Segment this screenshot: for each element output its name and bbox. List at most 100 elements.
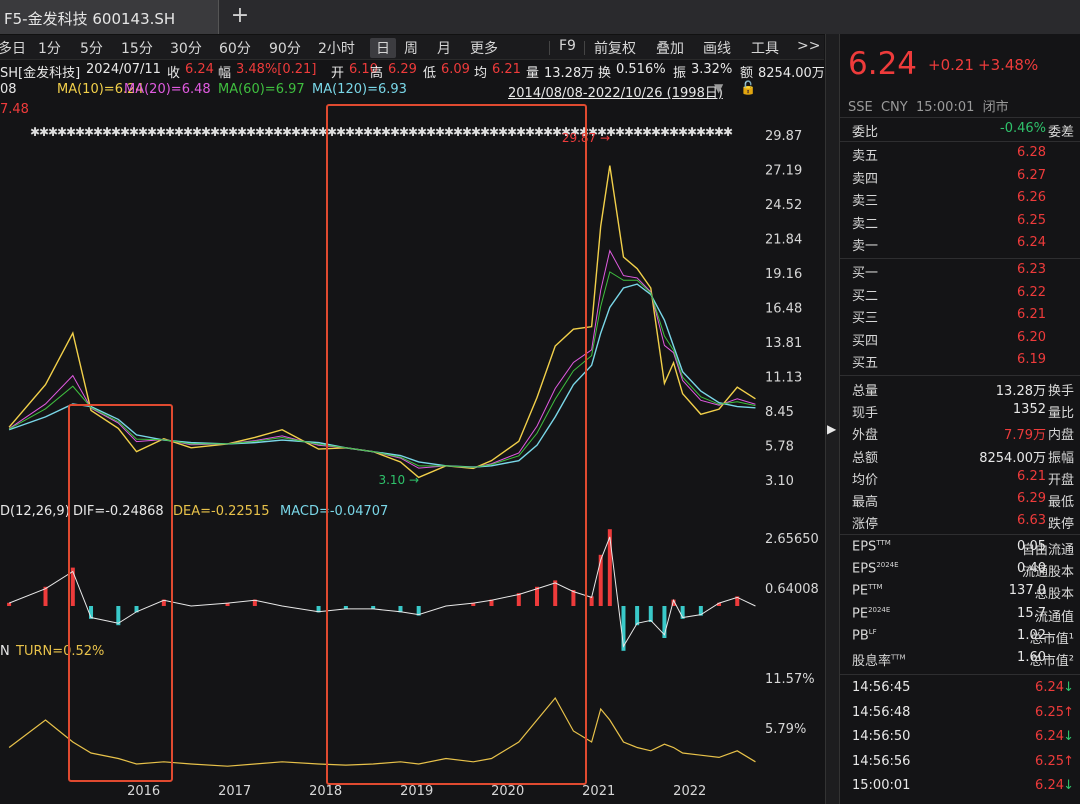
stat-row-right-label: 开盘 xyxy=(1047,472,1074,488)
close-label: 收 xyxy=(167,66,181,81)
add-tab-icon[interactable]: + xyxy=(228,4,252,28)
period-11-button[interactable]: 更多 xyxy=(470,38,498,58)
period-5-button[interactable]: 60分 xyxy=(219,38,251,58)
tick-price: 6.25 xyxy=(1035,753,1064,769)
amp-label: 振 xyxy=(673,66,687,81)
bid-row: 买五 6.19 xyxy=(852,349,1074,371)
stat-row-value: 6.21 xyxy=(1017,468,1046,484)
signal-star: ✱ xyxy=(723,125,733,139)
stat-row-value: 6.63 xyxy=(1017,513,1046,529)
tool-4-button[interactable]: 工具 xyxy=(751,38,779,58)
ma20-value: MA(20)=6.48 xyxy=(124,82,211,97)
macd-bar xyxy=(598,554,603,606)
bid-row-value: 6.19 xyxy=(1017,352,1046,368)
tool-0-button[interactable]: F9 xyxy=(559,38,576,54)
stat-row-label: 总额 xyxy=(852,450,879,466)
period-6-button[interactable]: 90分 xyxy=(269,38,301,58)
price-tick-label: 5.78 xyxy=(765,439,794,454)
stat-row-right-label: 最低 xyxy=(1047,495,1074,510)
fund-row-label: EPSTTM xyxy=(852,539,891,555)
ma-legend: 08 MA(10)=6.24 MA(20)=6.48 MA(60)=6.97 M… xyxy=(0,81,824,117)
ma120-value: MA(120)=6.93 xyxy=(312,82,407,97)
price-change-pct: +3.48% xyxy=(978,56,1039,74)
macd-tick-mid: 0.64008 xyxy=(765,582,819,597)
turn-value: 0.516% xyxy=(616,62,666,77)
price-tick-label: 8.45 xyxy=(765,405,794,420)
year-label: 2018 xyxy=(309,784,342,799)
arrow-down-icon: ↓ xyxy=(1063,729,1074,744)
year-label: 2022 xyxy=(673,784,706,799)
amp-value: 3.32% xyxy=(691,62,733,77)
macd-value: MACD=-0.04707 xyxy=(280,504,388,519)
chevron-down-icon[interactable]: ▼ xyxy=(714,81,723,95)
fund-row-label: EPS2024E xyxy=(852,561,899,577)
arrow-up-icon: ↑ xyxy=(1063,753,1074,769)
tick-price: 6.24 xyxy=(1035,778,1064,793)
ask-row: 卖一 6.24 xyxy=(852,232,1074,254)
stat-row: 总额 8254.00万 振幅 xyxy=(852,444,1074,466)
last-price: 6.24 xyxy=(848,46,918,82)
collapse-arrow-icon[interactable]: ▶ xyxy=(827,422,836,436)
stock-tab[interactable]: F5-金发科技 600143.SH xyxy=(0,0,219,34)
fund-row: PETTM 137.0 总股本 xyxy=(852,580,1074,602)
ask-row: 卖四 6.27 xyxy=(852,165,1074,187)
date-range[interactable]: 2014/08/08-2022/10/26 (1998日) xyxy=(508,82,723,101)
tick-time: 14:56:48 xyxy=(852,704,911,720)
stat-row: 最高 6.29 最低 xyxy=(852,488,1074,510)
price-tick-label: 3.10 xyxy=(765,474,794,489)
stat-row: 总量 13.28万 换手 xyxy=(852,377,1074,399)
year-label: 2019 xyxy=(400,784,433,799)
turn-line xyxy=(8,696,756,767)
stat-row-label: 涨停 xyxy=(852,517,879,533)
tool-5-button[interactable]: >> xyxy=(797,38,820,54)
panel-divider[interactable]: ▶ xyxy=(825,34,840,804)
turn-value: TURN=0.52% xyxy=(15,644,104,659)
macd-dea: DEA=-0.22515 xyxy=(173,504,269,519)
ask-row: 卖五 6.28 xyxy=(852,142,1074,164)
fund-row-label: PBLF xyxy=(852,627,877,644)
period-10-button[interactable]: 月 xyxy=(437,38,451,58)
tool-3-button[interactable]: 画线 xyxy=(703,38,731,58)
high-label: 高 xyxy=(370,66,384,81)
ask-row-value: 6.25 xyxy=(1017,212,1046,228)
period-1-button[interactable]: 1分 xyxy=(38,38,61,58)
period-7-button[interactable]: 2小时 xyxy=(318,38,355,58)
stat-row-right-label: 内盘 xyxy=(1047,428,1074,444)
stat-row-right-label: 振幅 xyxy=(1047,450,1074,466)
kline-chart[interactable]: ✱✱✱✱✱✱✱✱✱✱✱✱✱✱✱✱✱✱✱✱✱✱✱✱✱✱✱✱✱✱✱✱✱✱✱✱✱✱✱✱… xyxy=(0,100,824,804)
period-0-button[interactable]: 多日 xyxy=(0,38,26,58)
period-9-button[interactable]: 周 xyxy=(404,38,418,58)
stat-row-label: 均价 xyxy=(852,472,879,488)
turn-tick-mid: 5.79% xyxy=(765,722,806,737)
arrow-down-icon: ↓ xyxy=(1063,680,1074,695)
vol-label: 量 xyxy=(526,66,540,81)
lock-icon[interactable]: 🔓 xyxy=(740,81,756,96)
period-3-button[interactable]: 15分 xyxy=(121,38,153,58)
arrow-down-icon: ↓ xyxy=(1063,778,1074,793)
turn-label: 换 xyxy=(598,66,612,81)
price-tick-label: 11.13 xyxy=(765,371,802,386)
fund-row-right-label: 总股本 xyxy=(1034,587,1074,603)
avg-value: 6.21 xyxy=(492,62,521,77)
highlight-box-1 xyxy=(68,404,173,782)
period-8-button[interactable]: 日 xyxy=(370,38,396,58)
tool-1-button[interactable]: 前复权 xyxy=(594,38,636,58)
stat-row-right-label: 量比 xyxy=(1047,406,1074,422)
ma60-value: MA(60)=6.97 xyxy=(218,82,305,97)
arrow-up-icon: ↑ xyxy=(1063,704,1074,720)
year-label: 2020 xyxy=(491,784,524,799)
period-4-button[interactable]: 30分 xyxy=(170,38,202,58)
tool-2-button[interactable]: 叠加 xyxy=(656,38,684,58)
tick-price: 6.24 xyxy=(1035,729,1064,744)
year-label: 2017 xyxy=(218,784,251,799)
tick-row: 14:56:45 6.24 ↓ xyxy=(852,677,1074,699)
stat-row-label: 外盘 xyxy=(852,428,879,444)
quote-info-line: SH[金发科技] 2024/07/11 收 6.24 幅 3.48%[0.21]… xyxy=(0,60,825,81)
series-line-0 xyxy=(8,165,756,479)
period-2-button[interactable]: 5分 xyxy=(80,38,103,58)
fund-row: 股息率TTM 1.60 总市值² xyxy=(852,647,1074,669)
stat-row-label: 现手 xyxy=(852,406,879,422)
fund-row: PBLF 1.02 总市值¹ xyxy=(852,625,1074,647)
highlight-box-2 xyxy=(326,104,587,785)
chart-area[interactable]: ✱ ✱ ✱ ✱ ✱ ✱ ✱ ✱ ✱ ✱ ✱ ✱ ✱ ✱ ✱ ✱ ✱ ✱ ✱ ✱ ✱ ✱ ✱ ✱ ✱ ✱ ✱ ✱ ✱ ✱ ✱ ✱ ✱ ✱ ✱ ✱ ✱ ✱ ✱ ✱… xyxy=(0,100,824,804)
